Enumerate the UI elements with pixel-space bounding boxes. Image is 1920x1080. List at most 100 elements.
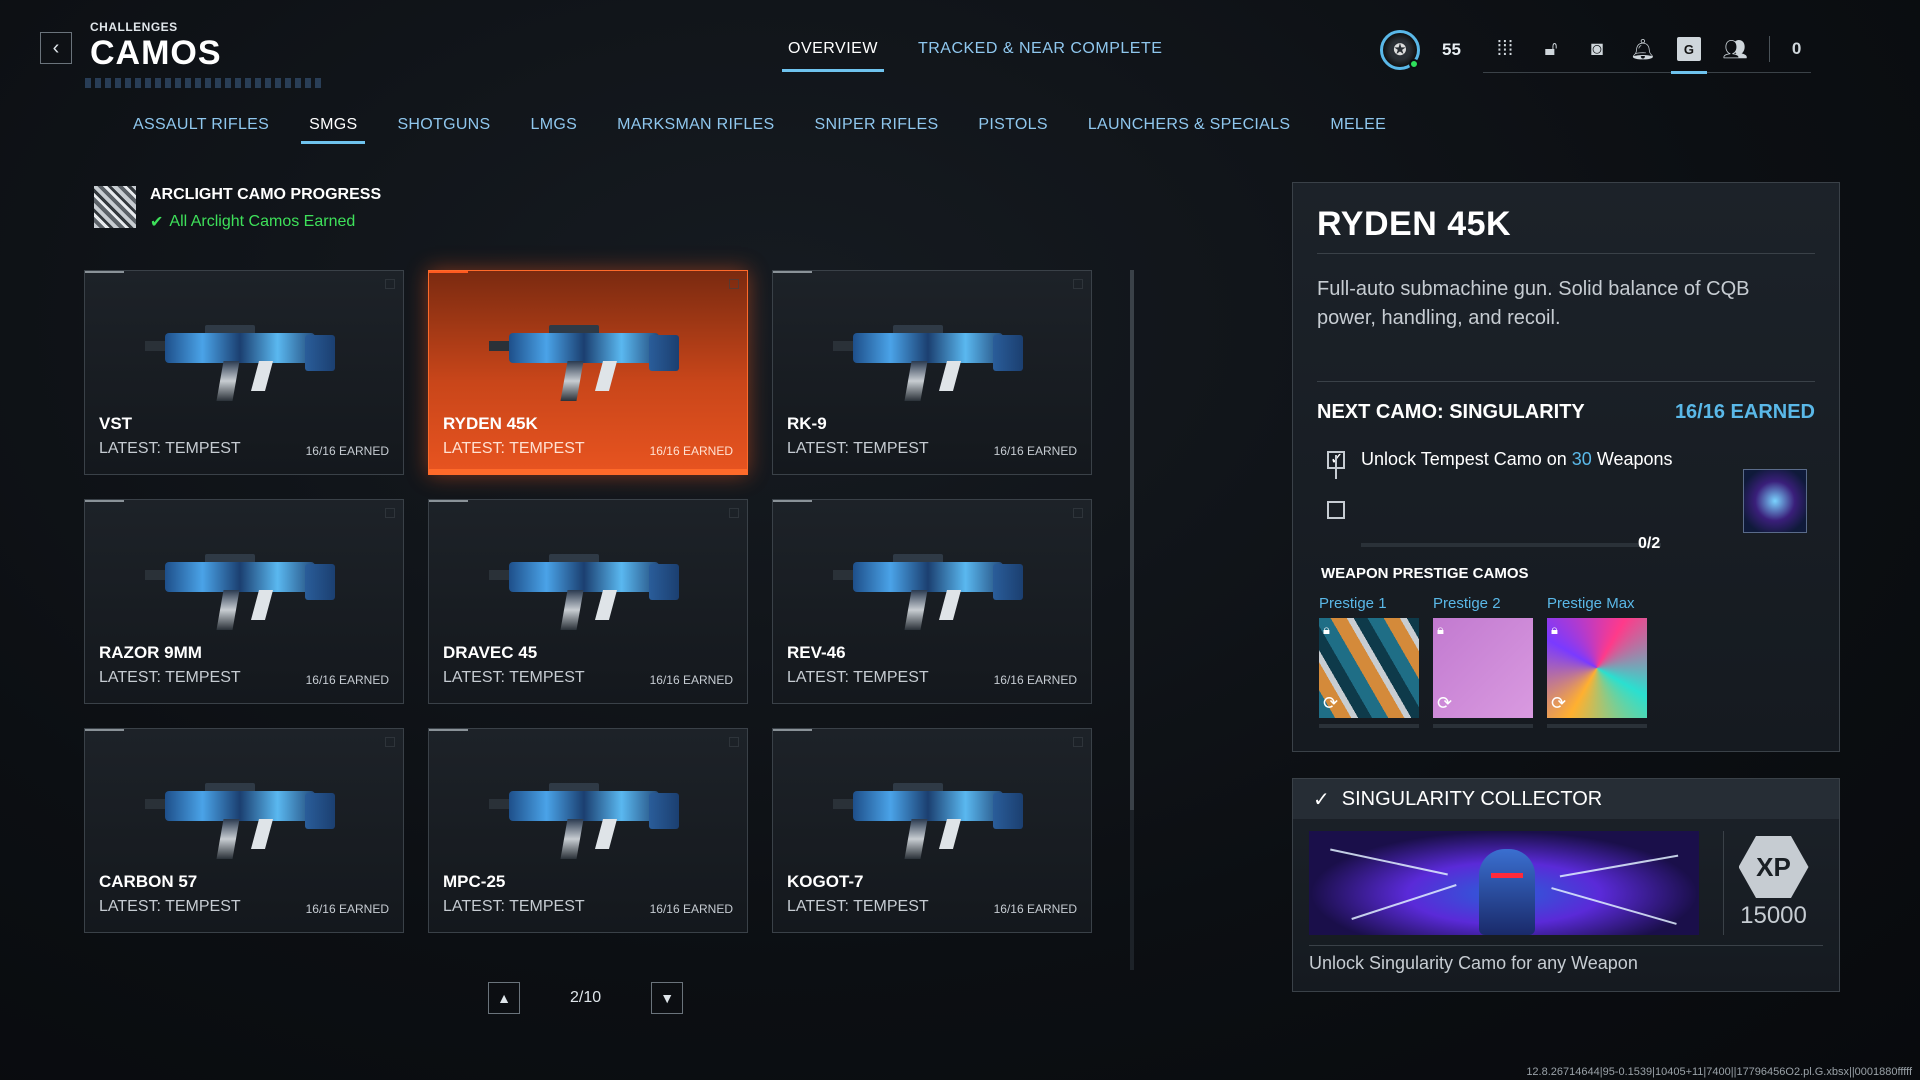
detail-description: Full-auto submachine gun. Solid balance … <box>1317 278 1750 329</box>
title-decoration <box>85 78 325 88</box>
tab-smgs[interactable]: SMGS <box>301 116 366 144</box>
weapon-image <box>489 759 689 869</box>
prestige-heading: WEAPON PRESTIGE CAMOS <box>1321 565 1529 582</box>
prestige-label: Prestige 2 <box>1433 595 1501 612</box>
weapon-name: MPC-25 <box>443 872 506 891</box>
checkmark-icon: ✔ <box>150 214 164 231</box>
prestige-emblem-icon: ✪ <box>1393 41 1407 59</box>
singularity-camo-thumbnail <box>1743 469 1807 533</box>
weapon-detail-panel: RYDEN 45K Full-auto submachine gun. Soli… <box>1292 182 1840 752</box>
friends-count: 0 <box>1791 39 1802 58</box>
tab-melee[interactable]: MELEE <box>1330 116 1386 134</box>
weapon-name: VST <box>99 414 133 433</box>
collector-header: ✓ SINGULARITY COLLECTOR <box>1293 779 1839 819</box>
player-level: 55 <box>1442 39 1461 59</box>
page-pretitle: CHALLENGES <box>90 20 178 34</box>
prestige-camo-2[interactable]: Prestige 2 🔒︎ ⟳ <box>1433 595 1533 728</box>
build-id: 12.8.26714644|95-0.1539|10405+11|7400||1… <box>1526 1066 1912 1078</box>
weapon-camos-earned: 16/16 EARNED <box>649 902 733 916</box>
weapon-latest-camo: LATEST: TEMPEST <box>99 898 241 915</box>
tab-shotguns[interactable]: SHOTGUNS <box>397 116 490 134</box>
collector-title: SINGULARITY COLLECTOR <box>1341 787 1603 810</box>
friends-icon[interactable]: 👥︎ <box>1722 37 1747 61</box>
xp-reward: XP 15000 <box>1723 831 1823 935</box>
weapon-category-tabs: ASSAULT RIFLES SMGS SHOTGUNS LMGS MARKSM… <box>133 116 1386 144</box>
pager: ▲ 2/10 ▼ <box>488 982 684 1014</box>
prestige-badge[interactable]: ✪ <box>1380 29 1420 70</box>
tab-assault-rifles[interactable]: ASSAULT RIFLES <box>133 116 269 134</box>
tab-tracked-near-complete[interactable]: TRACKED & NEAR COMPLETE <box>918 40 1162 66</box>
arclight-status-text: All Arclight Camos Earned <box>169 213 356 230</box>
weapon-card[interactable]: MPC-25 LATEST: TEMPEST 16/16 EARNED <box>428 728 748 933</box>
back-button[interactable]: ‹ <box>40 32 72 64</box>
weapon-card[interactable]: RK-9 LATEST: TEMPEST 16/16 EARNED <box>772 270 1092 475</box>
chevron-down-icon: ▼ <box>660 990 675 1006</box>
weapon-card[interactable]: DRAVEC 45 LATEST: TEMPEST 16/16 EARNED <box>428 499 748 704</box>
weapon-name: CARBON 57 <box>99 872 198 891</box>
tab-pistols[interactable]: PISTOLS <box>978 116 1047 134</box>
weapon-latest-camo: LATEST: TEMPEST <box>443 440 585 457</box>
grid-scrollbar[interactable] <box>1130 270 1134 810</box>
page-down-button[interactable]: ▼ <box>651 982 684 1014</box>
bell-icon[interactable]: 🔔︎ <box>1630 37 1655 61</box>
tab-marksman-rifles[interactable]: MARKSMAN RIFLES <box>617 116 774 134</box>
prestige-progress-bar <box>1433 724 1533 728</box>
divider <box>1317 381 1815 382</box>
arclight-status: ✔ All Arclight Camos Earned <box>150 212 355 232</box>
card-corner-marker <box>729 737 739 747</box>
weapon-image <box>489 530 689 640</box>
weapon-name: KOGOT-7 <box>787 872 864 891</box>
weapon-image <box>833 759 1033 869</box>
weapon-card[interactable]: REV-46 LATEST: TEMPEST 16/16 EARNED <box>772 499 1092 704</box>
tab-overview[interactable]: OVERVIEW <box>782 40 884 72</box>
weapon-name: DRAVEC 45 <box>443 643 538 662</box>
weapon-latest-camo: LATEST: TEMPEST <box>99 669 241 686</box>
card-corner-marker <box>385 508 395 518</box>
grid-icon[interactable]: ⁞⁞⁞ <box>1493 37 1517 61</box>
lock-icon: 🔒︎ <box>1437 622 1444 637</box>
tab-launchers-specials[interactable]: LAUNCHERS & SPECIALS <box>1088 116 1291 134</box>
card-corner-marker <box>1073 508 1083 518</box>
task-prefix: Unlock Tempest Camo on <box>1361 449 1567 469</box>
weapon-image <box>833 530 1033 640</box>
xp-value: 15000 <box>1740 902 1807 929</box>
weapon-image <box>145 530 345 640</box>
camera-icon[interactable]: ◙ <box>1585 37 1609 61</box>
singularity-collector-panel: ✓ SINGULARITY COLLECTOR XP 15000 Unlock … <box>1292 778 1840 992</box>
weapon-latest-camo: LATEST: TEMPEST <box>443 669 585 686</box>
weapon-name: RYDEN 45K <box>443 414 538 433</box>
prestige-emblem-icon: ⟳ <box>1437 693 1453 713</box>
weapon-name: RAZOR 9MM <box>99 643 202 662</box>
online-status-dot <box>1409 58 1419 69</box>
weapon-latest-camo: LATEST: TEMPEST <box>787 440 929 457</box>
tab-sniper-rifles[interactable]: SNIPER RIFLES <box>814 116 938 134</box>
weapon-camos-earned: 16/16 EARNED <box>649 444 733 458</box>
prestige-camo-1[interactable]: Prestige 1 🔒︎ ⟳ <box>1319 595 1419 728</box>
divider <box>1309 945 1823 946</box>
weapon-image <box>833 301 1033 411</box>
hud: ✪ 55 ⁞⁞⁞ 🔓︎ ◙ 🔔︎ G 👥︎ 0 <box>1380 26 1812 74</box>
weapon-name: RK-9 <box>787 414 827 433</box>
page-up-button[interactable]: ▲ <box>488 982 520 1014</box>
card-corner-marker <box>729 508 739 518</box>
weapon-camos-earned: 16/16 EARNED <box>993 673 1077 687</box>
page-indicator: 2/10 <box>570 989 602 1006</box>
weapon-latest-camo: LATEST: TEMPEST <box>787 669 929 686</box>
tab-lmgs[interactable]: LMGS <box>531 116 578 134</box>
guide-icon[interactable]: G <box>1670 37 1707 74</box>
weapon-camos-earned: 16/16 EARNED <box>305 673 389 687</box>
weapon-card[interactable]: VST LATEST: TEMPEST 16/16 EARNED <box>84 270 404 475</box>
xp-badge-icon: XP <box>1738 836 1809 898</box>
divider <box>1317 253 1815 254</box>
weapon-card[interactable]: KOGOT-7 LATEST: TEMPEST 16/16 EARNED <box>772 728 1092 933</box>
weapon-card[interactable]: RAZOR 9MM LATEST: TEMPEST 16/16 EARNED <box>84 499 404 704</box>
hud-icon-bar: ⁞⁞⁞ 🔓︎ ◙ 🔔︎ G 👥︎ 0 <box>1482 36 1812 74</box>
prestige-camo-image: 🔒︎ ⟳ <box>1547 618 1647 718</box>
lock-icon[interactable]: 🔓︎ <box>1539 37 1563 61</box>
weapon-card[interactable]: CARBON 57 LATEST: TEMPEST 16/16 EARNED <box>84 728 404 933</box>
prestige-camo-max[interactable]: Prestige Max 🔒︎ ⟳ <box>1547 595 1647 728</box>
weapon-card[interactable]: RYDEN 45K LATEST: TEMPEST 16/16 EARNED <box>428 270 748 475</box>
weapon-latest-camo: LATEST: TEMPEST <box>99 440 241 457</box>
task-progress-bar <box>1361 543 1661 547</box>
weapon-grid: VST LATEST: TEMPEST 16/16 EARNED RYDEN 45K L… <box>84 270 1092 933</box>
